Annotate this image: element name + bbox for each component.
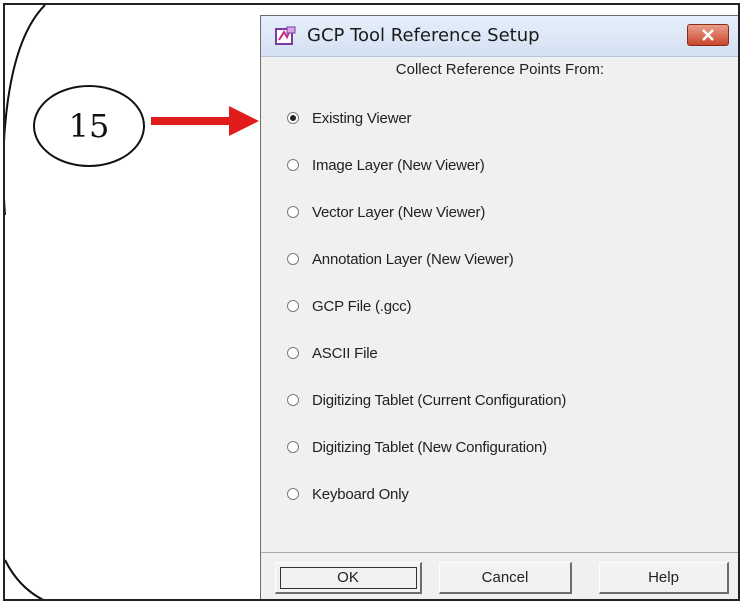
option-label: ASCII File bbox=[312, 344, 378, 362]
radio-button-selected[interactable] bbox=[287, 112, 299, 124]
radio-button[interactable] bbox=[287, 159, 299, 171]
ok-button[interactable]: OK bbox=[275, 562, 422, 594]
option-digitizing-tablet-new[interactable]: Digitizing Tablet (New Configuration) bbox=[287, 435, 547, 459]
radio-button[interactable] bbox=[287, 441, 299, 453]
radio-button[interactable] bbox=[287, 394, 299, 406]
radio-button[interactable] bbox=[287, 347, 299, 359]
step-callout: 15 bbox=[33, 85, 145, 167]
dialog-button-row: OK Cancel Help bbox=[261, 562, 738, 596]
button-divider bbox=[261, 552, 738, 553]
screenshot-frame: 15 GCP Tool Reference Setup Collect Refe… bbox=[3, 3, 740, 601]
step-number: 15 bbox=[68, 107, 110, 145]
option-label: Existing Viewer bbox=[312, 109, 412, 127]
option-keyboard-only[interactable]: Keyboard Only bbox=[287, 482, 409, 506]
prompt-label: Collect Reference Points From: bbox=[395, 61, 605, 78]
gcp-reference-setup-dialog: GCP Tool Reference Setup Collect Referen… bbox=[260, 15, 738, 599]
pointer-arrow-icon bbox=[151, 106, 259, 136]
close-x-icon bbox=[702, 29, 714, 41]
radio-button[interactable] bbox=[287, 206, 299, 218]
close-button[interactable] bbox=[687, 24, 729, 46]
option-label: Image Layer (New Viewer) bbox=[312, 156, 485, 174]
option-label: Vector Layer (New Viewer) bbox=[312, 203, 486, 221]
option-label: Keyboard Only bbox=[312, 485, 409, 503]
radio-button[interactable] bbox=[287, 253, 299, 265]
title-bar[interactable]: GCP Tool Reference Setup bbox=[261, 16, 738, 57]
option-label: Digitizing Tablet (New Configuration) bbox=[312, 438, 547, 456]
option-digitizing-tablet-current[interactable]: Digitizing Tablet (Current Configuration… bbox=[287, 388, 566, 412]
help-button[interactable]: Help bbox=[599, 562, 729, 594]
radio-button[interactable] bbox=[287, 488, 299, 500]
cancel-button[interactable]: Cancel bbox=[439, 562, 572, 594]
option-vector-layer[interactable]: Vector Layer (New Viewer) bbox=[287, 200, 485, 224]
option-image-layer[interactable]: Image Layer (New Viewer) bbox=[287, 153, 485, 177]
viewer-app-icon bbox=[275, 26, 296, 45]
option-existing-viewer[interactable]: Existing Viewer bbox=[287, 106, 411, 130]
dialog-title: GCP Tool Reference Setup bbox=[307, 25, 540, 46]
option-ascii-file[interactable]: ASCII File bbox=[287, 341, 378, 365]
option-gcp-file[interactable]: GCP File (.gcc) bbox=[287, 294, 411, 318]
option-label: GCP File (.gcc) bbox=[312, 297, 412, 315]
option-label: Digitizing Tablet (Current Configuration… bbox=[312, 391, 567, 409]
option-annotation-layer[interactable]: Annotation Layer (New Viewer) bbox=[287, 247, 514, 271]
radio-button[interactable] bbox=[287, 300, 299, 312]
option-label: Annotation Layer (New Viewer) bbox=[312, 250, 514, 268]
